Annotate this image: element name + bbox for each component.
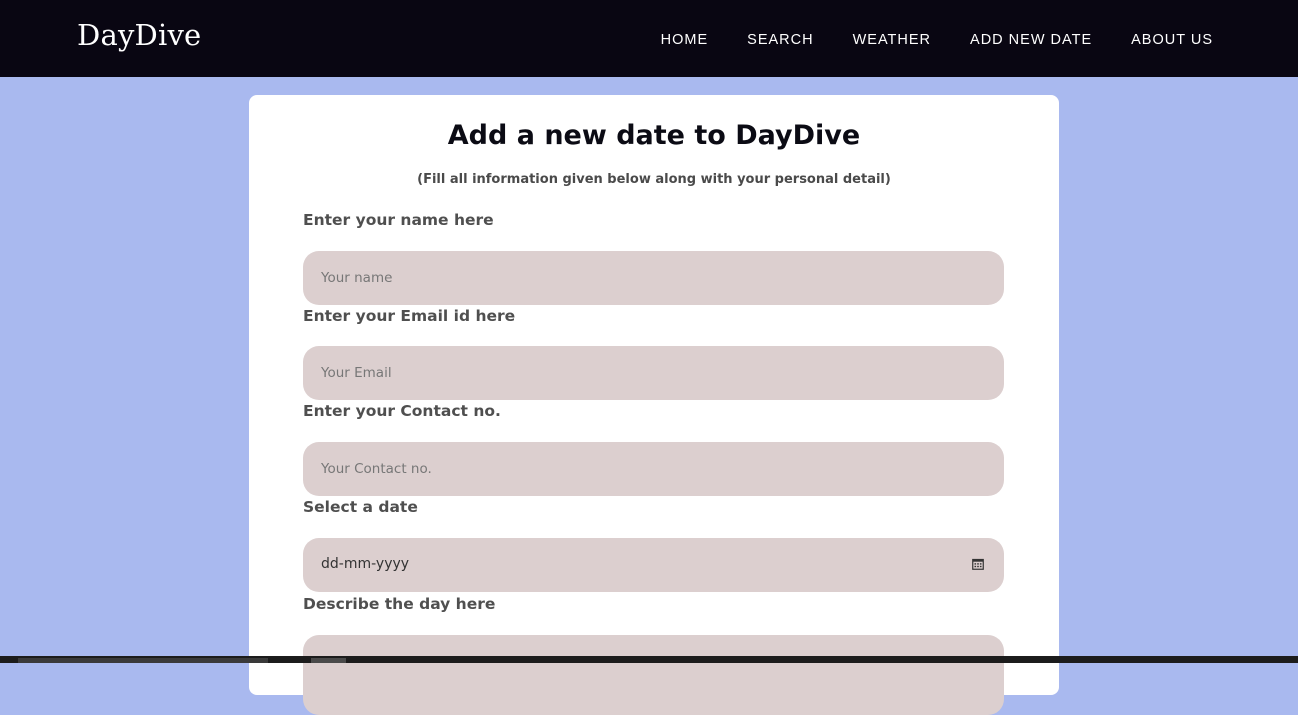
name-label: Enter your name here [303,211,494,229]
brand-logo[interactable]: DayDive [77,18,201,52]
nav-link-home[interactable]: HOME [661,32,709,48]
add-date-form-card: Add a new date to DayDive (Fill all info… [249,95,1059,715]
contact-label: Enter your Contact no. [303,402,501,420]
date-input-placeholder: dd-mm-yyyy [321,556,410,572]
description-label: Describe the day here [303,595,496,613]
nav-link-about-us[interactable]: ABOUT US [1131,32,1213,48]
nav-link-search[interactable]: SEARCH [747,32,813,48]
calendar-icon[interactable] [972,558,984,570]
email-input[interactable] [303,346,1004,400]
bottom-scroll-strip [0,656,1298,663]
nav-links: HOME SEARCH WEATHER ADD NEW DATE ABOUT U… [622,32,1213,48]
date-input[interactable]: dd-mm-yyyy [303,538,1004,592]
email-label: Enter your Email id here [303,307,516,325]
bottom-strip-segment [311,658,346,663]
form-title: Add a new date to DayDive [447,120,861,151]
contact-input[interactable] [303,442,1004,496]
name-input[interactable] [303,251,1004,305]
description-input[interactable] [303,635,1004,715]
navbar: DayDive HOME SEARCH WEATHER ADD NEW DATE… [0,0,1298,77]
bottom-strip-segment [18,658,268,663]
nav-link-weather[interactable]: WEATHER [853,32,931,48]
nav-link-add-new-date[interactable]: ADD NEW DATE [970,32,1092,48]
form-subtitle: (Fill all information given below along … [417,172,891,187]
date-label: Select a date [303,498,418,516]
